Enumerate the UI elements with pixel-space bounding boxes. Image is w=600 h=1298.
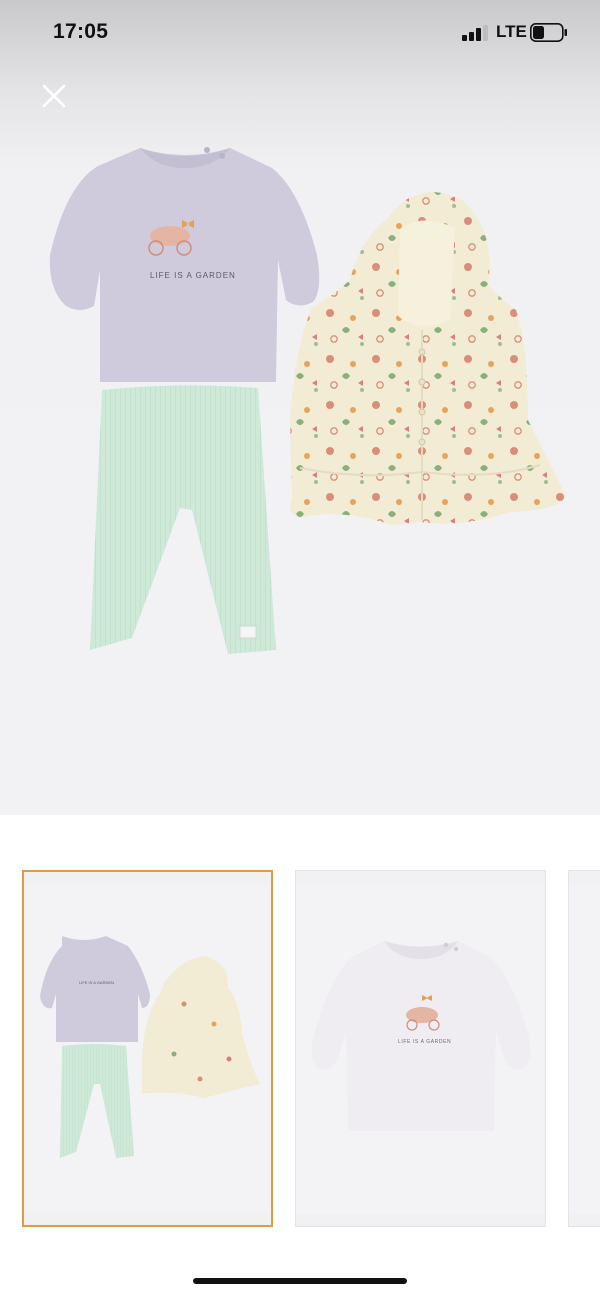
thumbnail-strip[interactable]: LIFE IS A GARDEN LIFE IS A GARDEN [0,870,600,1230]
thumbnail-print-slogan: LIFE IS A GARDEN [79,980,114,985]
battery-icon [530,23,567,42]
close-icon [42,84,66,108]
thumbnail-image: LIFE IS A GARDEN [296,883,545,1214]
floral-hooded-jacket [290,192,566,525]
close-button[interactable] [36,78,72,114]
signal-icon [462,25,488,41]
home-indicator[interactable] [193,1278,407,1284]
print-slogan: LIFE IS A GARDEN [150,271,236,280]
product-main-image[interactable]: LIFE IS A GARDEN [0,120,600,700]
thumbnail-print-slogan: LIFE IS A GARDEN [398,1039,451,1045]
mint-leggings [90,385,276,654]
thumbnail-2[interactable]: LIFE IS A GARDEN [295,870,546,1227]
status-bar: 17:05 LTE [0,0,600,66]
status-time: 17:05 [53,20,109,43]
thumbnail-image: LIFE IS A GARDEN [24,884,271,1213]
thumbnail-1[interactable]: LIFE IS A GARDEN [22,870,273,1227]
purple-sweatshirt: LIFE IS A GARDEN [49,147,320,382]
network-label: LTE [496,22,527,41]
thumbnail-3[interactable] [568,870,600,1227]
thumbnail-image [569,883,600,1214]
